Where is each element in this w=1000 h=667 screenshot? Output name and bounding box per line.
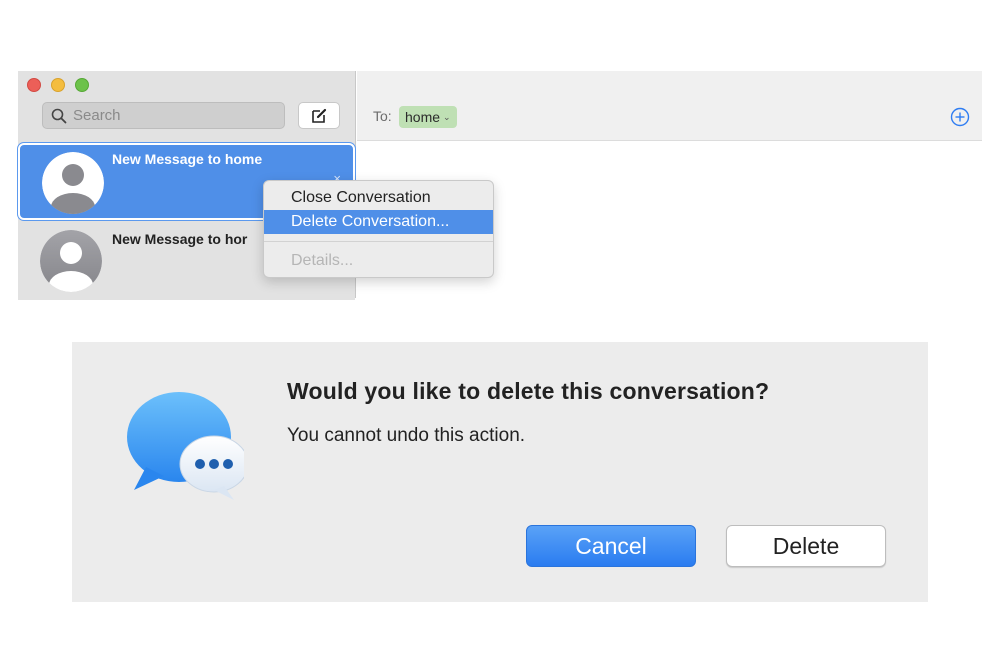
messages-window: Search New Message to home × New Message…: [18, 71, 982, 300]
recipient-bar: To: home ⌄: [357, 71, 982, 141]
recipient-token[interactable]: home ⌄: [399, 106, 457, 128]
to-label: To:: [373, 108, 392, 124]
person-icon: [42, 152, 104, 214]
conversation-title: New Message to home: [112, 151, 263, 167]
chevron-down-icon: ⌄: [443, 111, 451, 122]
search-input[interactable]: Search: [42, 102, 285, 129]
conversation-title: New Message to hor: [112, 231, 248, 247]
delete-button[interactable]: Delete: [726, 525, 886, 567]
person-icon: [40, 230, 102, 292]
context-menu: Close Conversation Delete Conversation..…: [263, 180, 494, 278]
dialog-title: Would you like to delete this conversati…: [287, 378, 770, 404]
window-close-button[interactable]: [27, 78, 41, 92]
plus-circle-icon[interactable]: [950, 107, 970, 127]
menu-item-close-conversation[interactable]: Close Conversation: [264, 186, 493, 210]
menu-item-delete-conversation[interactable]: Delete Conversation...: [264, 210, 493, 234]
messages-app-icon: [127, 392, 244, 500]
menu-separator: [264, 241, 493, 242]
window-controls: [27, 78, 89, 92]
recipient-name: home: [405, 109, 441, 125]
dialog-message: You cannot undo this action.: [287, 425, 526, 446]
window-maximize-button[interactable]: [75, 78, 89, 92]
delete-confirmation-dialog: Would you like to delete this conversati…: [72, 342, 928, 602]
search-placeholder: Search: [73, 107, 121, 124]
compose-button[interactable]: [298, 102, 340, 129]
compose-icon: [312, 108, 327, 123]
window-minimize-button[interactable]: [51, 78, 65, 92]
search-icon: [51, 108, 67, 123]
avatar: [42, 152, 104, 214]
avatar: [40, 230, 102, 292]
cancel-button[interactable]: Cancel: [526, 525, 696, 567]
menu-item-details: Details...: [291, 252, 354, 269]
